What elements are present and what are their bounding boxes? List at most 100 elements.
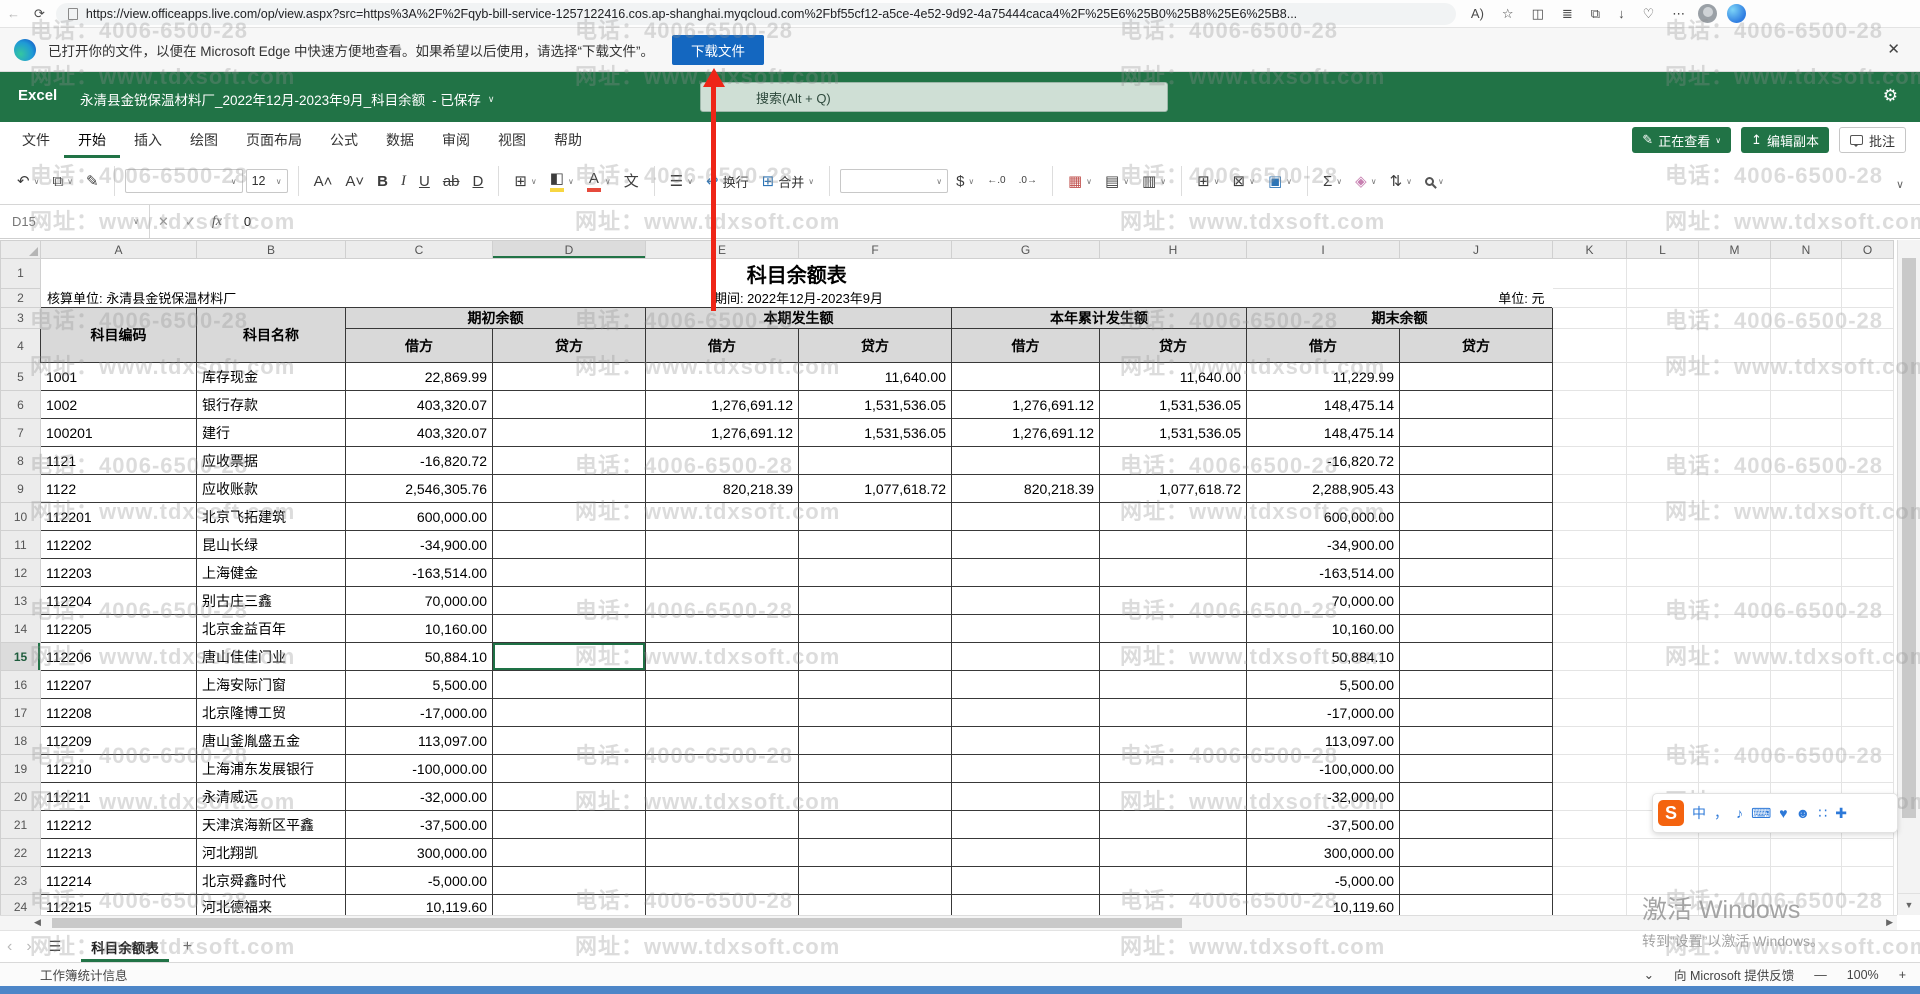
row-header-5[interactable]: 5 xyxy=(1,363,41,391)
empty-cell[interactable] xyxy=(1553,783,1627,811)
empty-cell[interactable] xyxy=(1842,643,1894,671)
cell[interactable]: 112214 xyxy=(41,867,197,895)
cell[interactable] xyxy=(799,643,952,671)
empty-cell[interactable] xyxy=(1553,363,1627,391)
toolbar-format-painter-icon[interactable]: ✎ xyxy=(81,170,104,193)
browser-essentials-icon[interactable]: ♡ xyxy=(1643,6,1655,22)
select-all-corner[interactable] xyxy=(1,241,41,259)
cell[interactable]: 10,160.00 xyxy=(1247,615,1400,643)
empty-cell[interactable] xyxy=(1699,288,1771,308)
cell[interactable]: 112211 xyxy=(41,783,197,811)
tab-帮助[interactable]: 帮助 xyxy=(540,122,596,158)
row-header-14[interactable]: 14 xyxy=(1,615,41,643)
empty-cell[interactable] xyxy=(1842,699,1894,727)
cell[interactable]: -37,500.00 xyxy=(1247,811,1400,839)
cell[interactable] xyxy=(1400,475,1553,503)
empty-cell[interactable] xyxy=(1553,755,1627,783)
ime-emoji-icon[interactable]: ☻ xyxy=(1796,805,1811,821)
add-sheet-icon[interactable]: + xyxy=(183,938,192,956)
cell[interactable]: 上海浦东发展银行 xyxy=(197,755,346,783)
refresh-icon[interactable]: ⟳ xyxy=(34,6,45,22)
empty-cell[interactable] xyxy=(1842,259,1894,289)
cell[interactable] xyxy=(493,811,646,839)
formula-input[interactable]: 0 xyxy=(244,214,251,229)
empty-cell[interactable] xyxy=(1771,839,1842,867)
empty-cell[interactable] xyxy=(1842,288,1894,308)
row-header-7[interactable]: 7 xyxy=(1,419,41,447)
cell[interactable]: 别古庄三鑫 xyxy=(197,587,346,615)
cell[interactable] xyxy=(952,531,1100,559)
ime-skin-icon[interactable]: ♥ xyxy=(1779,805,1787,821)
empty-cell[interactable] xyxy=(1842,419,1894,447)
cell[interactable]: 1,077,618.72 xyxy=(799,475,952,503)
cell[interactable]: 113,097.00 xyxy=(1247,727,1400,755)
cell[interactable] xyxy=(799,839,952,867)
cell[interactable] xyxy=(1400,755,1553,783)
cell[interactable]: -32,000.00 xyxy=(1247,783,1400,811)
cell[interactable]: -16,820.72 xyxy=(346,447,493,475)
toolbar-find-icon[interactable]: ∨ xyxy=(1420,173,1449,190)
cell[interactable] xyxy=(799,587,952,615)
row-header-8[interactable]: 8 xyxy=(1,447,41,475)
row-header-12[interactable]: 12 xyxy=(1,559,41,587)
insert-function-icon[interactable]: fx xyxy=(212,214,222,230)
sheet-tab-active[interactable]: 科目余额表 xyxy=(81,931,169,962)
toolbar-italic-icon[interactable]: I xyxy=(396,170,411,193)
cell[interactable]: -163,514.00 xyxy=(1247,559,1400,587)
empty-cell[interactable] xyxy=(1553,288,1627,308)
cell[interactable]: 300,000.00 xyxy=(1247,839,1400,867)
status-chevron-icon[interactable]: ⌄ xyxy=(1644,967,1654,982)
row-header-13[interactable]: 13 xyxy=(1,587,41,615)
empty-cell[interactable] xyxy=(1553,587,1627,615)
zoom-in-icon[interactable]: + xyxy=(1899,968,1906,982)
column-header-E[interactable]: E xyxy=(646,241,799,259)
cell[interactable] xyxy=(646,895,799,916)
cell[interactable] xyxy=(493,783,646,811)
cell[interactable] xyxy=(1400,699,1553,727)
cell[interactable] xyxy=(493,391,646,419)
empty-cell[interactable] xyxy=(1699,615,1771,643)
cell[interactable] xyxy=(493,531,646,559)
cell[interactable] xyxy=(952,447,1100,475)
cell[interactable]: -34,900.00 xyxy=(346,531,493,559)
empty-cell[interactable] xyxy=(1699,587,1771,615)
toolbar-decrease-font-icon[interactable]: A˅ xyxy=(340,170,369,193)
cell[interactable]: -37,500.00 xyxy=(346,811,493,839)
cell[interactable]: 50,884.10 xyxy=(1247,643,1400,671)
tab-开始[interactable]: 开始 xyxy=(64,122,120,158)
cell[interactable] xyxy=(1100,727,1247,755)
cell[interactable] xyxy=(799,699,952,727)
cell[interactable] xyxy=(1400,867,1553,895)
row-header-3[interactable]: 3 xyxy=(1,308,41,329)
cell[interactable]: 112205 xyxy=(41,615,197,643)
cell[interactable]: -5,000.00 xyxy=(1247,867,1400,895)
toolbar-merge-cells-icon[interactable]: ⊞合并∨ xyxy=(757,168,819,195)
empty-cell[interactable] xyxy=(1699,727,1771,755)
empty-cell[interactable] xyxy=(1771,363,1842,391)
cell[interactable] xyxy=(646,363,799,391)
row-header-15[interactable]: 15 xyxy=(1,643,41,671)
cell[interactable]: 1,531,536.05 xyxy=(1100,391,1247,419)
cell[interactable] xyxy=(1100,559,1247,587)
toolbar-font-size[interactable]: 12∨ xyxy=(246,169,288,193)
empty-cell[interactable] xyxy=(1553,811,1627,839)
cell[interactable] xyxy=(646,811,799,839)
cell[interactable] xyxy=(1100,783,1247,811)
scroll-right-icon[interactable]: ▶ xyxy=(1886,917,1893,928)
cell[interactable] xyxy=(1100,615,1247,643)
empty-cell[interactable] xyxy=(1699,643,1771,671)
cell[interactable]: 70,000.00 xyxy=(1247,587,1400,615)
cell[interactable] xyxy=(1100,671,1247,699)
cell[interactable] xyxy=(646,643,799,671)
empty-cell[interactable] xyxy=(1627,391,1699,419)
cell[interactable]: 1,276,691.12 xyxy=(952,391,1100,419)
empty-cell[interactable] xyxy=(1627,587,1699,615)
cell[interactable] xyxy=(493,839,646,867)
zoom-out-icon[interactable]: — xyxy=(1814,968,1827,982)
cell[interactable] xyxy=(952,811,1100,839)
cell[interactable]: -17,000.00 xyxy=(1247,699,1400,727)
cell[interactable] xyxy=(1100,447,1247,475)
cell[interactable]: 应收票据 xyxy=(197,447,346,475)
empty-cell[interactable] xyxy=(1699,699,1771,727)
toolbar-insert-cells-icon[interactable]: ⊞∨ xyxy=(1192,170,1224,193)
